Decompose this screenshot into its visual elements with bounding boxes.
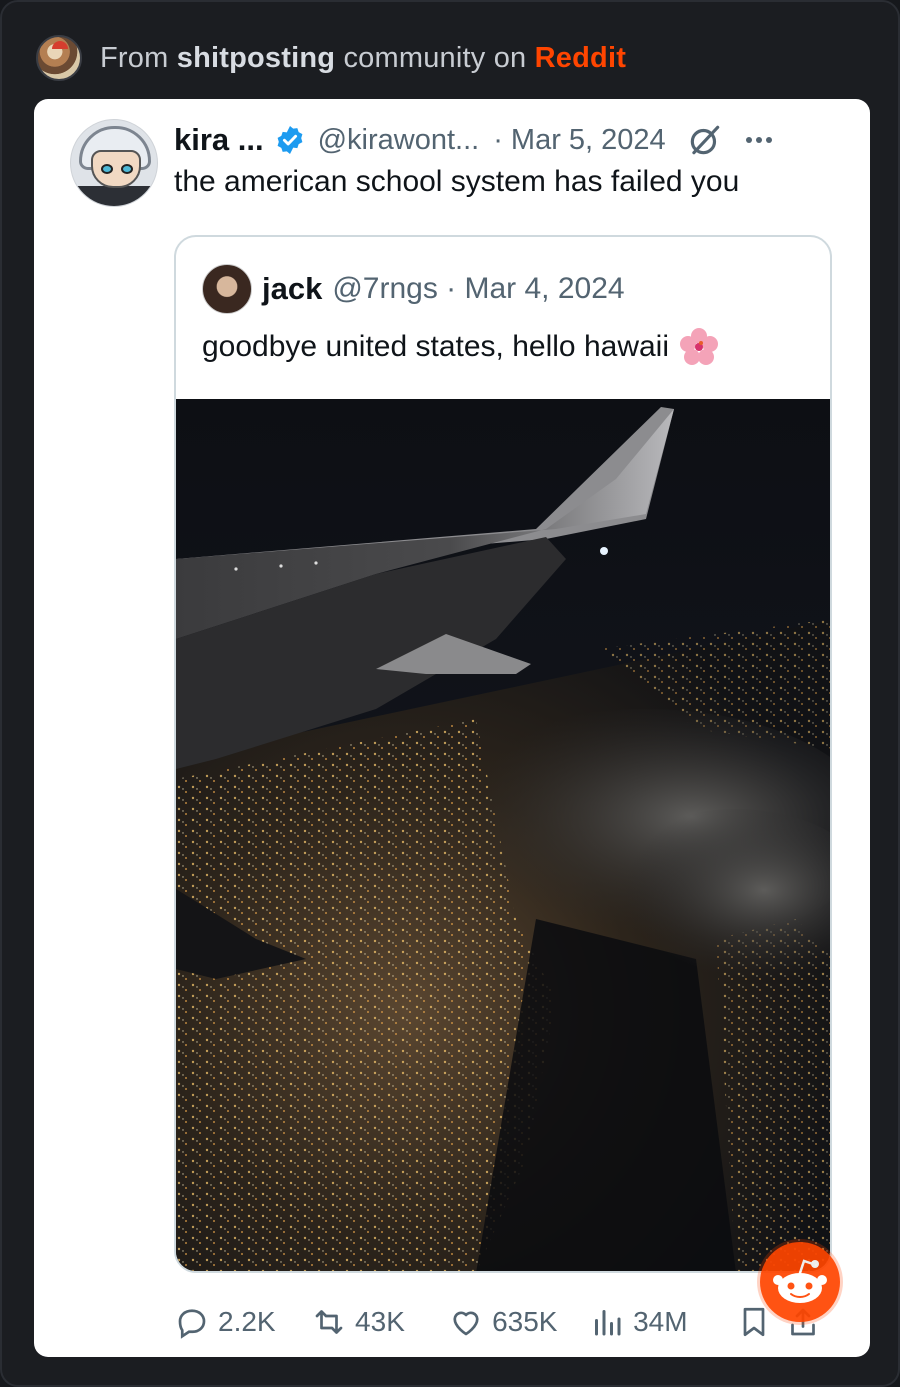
quoted-tweet-body: goodbye united states, hello hawaii xyxy=(202,330,669,363)
attached-photo[interactable] xyxy=(176,399,830,1271)
reply-action[interactable]: 2.2K xyxy=(174,1304,311,1340)
community-avatar[interactable] xyxy=(36,35,82,81)
airplane-wing-night-photo xyxy=(176,399,830,1271)
platform-link[interactable]: Reddit xyxy=(535,42,626,74)
quoted-author-avatar[interactable] xyxy=(202,264,252,314)
header-text: From shitposting community on Reddit xyxy=(100,42,626,75)
quoted-author-name[interactable]: jack xyxy=(262,271,322,307)
header-middle: community on xyxy=(343,41,527,74)
views-action[interactable]: 34M xyxy=(589,1304,736,1340)
quoted-tweet-header: jack @7rngs · Mar 4, 2024 xyxy=(202,263,625,315)
author-name[interactable]: kira ... xyxy=(174,122,264,158)
hibiscus-icon xyxy=(680,328,718,365)
quoted-tweet-text: goodbye united states, hello hawaii xyxy=(202,327,719,367)
quoted-author-handle[interactable]: @7rngs · Mar 4, 2024 xyxy=(332,272,624,306)
like-count: 635K xyxy=(492,1306,558,1337)
reply-icon xyxy=(178,1309,206,1339)
tweet-card: kira ... @kirawont... · Mar 5, 2024 the … xyxy=(34,99,870,1357)
header-prefix: From xyxy=(100,41,169,74)
grok-icon[interactable] xyxy=(686,121,724,159)
view-count: 34M xyxy=(633,1306,688,1337)
tweet-date[interactable]: · Mar 5, 2024 xyxy=(493,124,665,157)
heart-icon xyxy=(453,1311,479,1336)
quoted-tweet[interactable]: jack @7rngs · Mar 4, 2024 goodbye united… xyxy=(174,235,832,1273)
post-frame: From shitposting community on Reddit kir… xyxy=(0,0,900,1387)
repost-action[interactable]: 43K xyxy=(311,1304,448,1340)
reply-count: 2.2K xyxy=(218,1306,276,1337)
more-options-icon[interactable] xyxy=(745,137,772,143)
views-icon xyxy=(595,1310,621,1336)
community-header: From shitposting community on Reddit xyxy=(36,34,626,82)
tweet-text: the american school system has failed yo… xyxy=(174,165,740,198)
reddit-snoo-icon xyxy=(760,1242,840,1322)
verified-badge-icon xyxy=(277,126,303,154)
repost-count: 43K xyxy=(355,1306,405,1337)
like-action[interactable]: 635K xyxy=(448,1304,589,1340)
community-link[interactable]: shitposting xyxy=(177,42,335,74)
repost-icon xyxy=(315,1310,343,1334)
tweet-header: kira ... @kirawont... · Mar 5, 2024 xyxy=(174,119,772,161)
author-handle[interactable]: @kirawont... xyxy=(318,124,480,157)
author-avatar[interactable] xyxy=(70,119,158,207)
tweet-actions: 2.2K 43K 635K 34M xyxy=(174,1297,824,1347)
